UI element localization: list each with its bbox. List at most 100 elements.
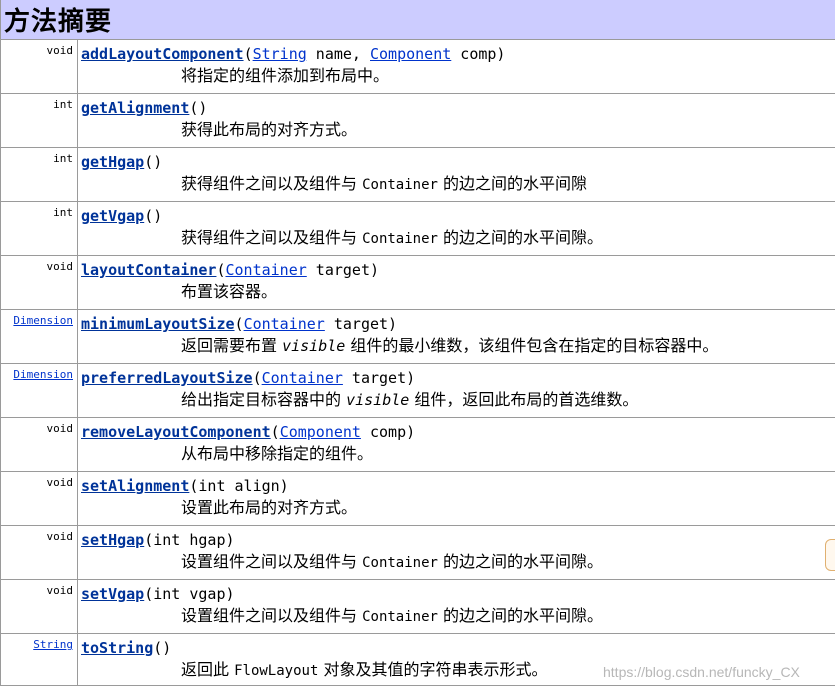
return-type-cell: void [1, 256, 78, 309]
description-text: 获得组件之间以及组件与 [181, 174, 363, 193]
method-name-link[interactable]: removeLayoutComponent [81, 423, 271, 441]
method-signature: setVgap(int vgap) [81, 585, 835, 604]
return-type: int [53, 206, 73, 219]
return-type: void [46, 260, 74, 273]
method-detail-cell: setAlignment(int align) 设置此布局的对齐方式。 [78, 472, 835, 525]
return-type-cell: Dimension [1, 310, 78, 363]
param-text: (int hgap) [144, 531, 235, 549]
method-row-setAlignment: void setAlignment(int align) 设置此布局的对齐方式。 [1, 472, 835, 526]
param-type-link[interactable]: Component [370, 45, 451, 63]
description-text: Container [362, 609, 438, 625]
method-description: 从布局中移除指定的组件。 [81, 442, 835, 465]
watermark: https://blog.csdn.net/funcky_CX [603, 664, 800, 680]
description-text: 获得此布局的对齐方式。 [181, 120, 358, 139]
param-text: ( [243, 45, 253, 63]
method-signature: getHgap() [81, 153, 835, 172]
param-type-link[interactable]: Container [262, 369, 343, 387]
param-text: (int vgap) [144, 585, 235, 603]
return-type-cell: void [1, 418, 78, 471]
method-signature: minimumLayoutSize(Container target) [81, 315, 835, 334]
return-type-cell: int [1, 202, 78, 255]
description-text: FlowLayout [234, 663, 319, 679]
method-row-getVgap: int getVgap() 获得组件之间以及组件与 Container 的边之间的水… [1, 202, 835, 256]
param-text: target) [342, 369, 416, 387]
method-detail-cell: addLayoutComponent(String name, Componen… [78, 40, 835, 93]
method-summary-title: 方法摘要 [4, 7, 113, 37]
method-row-getAlignment: int getAlignment() 获得此布局的对齐方式。 [1, 94, 835, 148]
method-description: 给出指定目标容器中的 visible 组件，返回此布局的首选维数。 [81, 388, 835, 412]
param-text: () [189, 99, 208, 117]
description-text: 对象及其值的字符串表示形式。 [318, 660, 548, 679]
method-description: 设置组件之间以及组件与 Container 的边之间的水平间隙。 [81, 604, 835, 629]
description-text: 的边之间的水平间隙。 [437, 228, 604, 247]
description-text: Container [362, 177, 438, 193]
return-type: int [53, 152, 73, 165]
return-type-cell: void [1, 472, 78, 525]
method-name-link[interactable]: setAlignment [81, 477, 189, 495]
method-name-link[interactable]: minimumLayoutSize [81, 315, 235, 333]
method-description: 获得此布局的对齐方式。 [81, 118, 835, 141]
method-name-link[interactable]: preferredLayoutSize [81, 369, 253, 387]
method-signature: getVgap() [81, 207, 835, 226]
param-text: target) [306, 261, 380, 279]
method-description: 返回需要布置 visible 组件的最小维数，该组件包含在指定的目标容器中。 [81, 334, 835, 358]
return-type-link[interactable]: Dimension [13, 314, 73, 327]
description-text: 的边之间的水平间隙。 [437, 552, 604, 571]
param-type-link[interactable]: String [253, 45, 307, 63]
description-text: Container [362, 555, 438, 571]
description-text: 组件，返回此布局的首选维数。 [409, 390, 639, 409]
method-signature: layoutContainer(Container target) [81, 261, 835, 280]
param-text: target) [324, 315, 398, 333]
method-detail-cell: getVgap() 获得组件之间以及组件与 Container 的边之间的水平间隙… [78, 202, 835, 255]
description-text: 设置组件之间以及组件与 [181, 552, 363, 571]
method-name-link[interactable]: toString [81, 639, 153, 657]
return-type-link[interactable]: Dimension [13, 368, 73, 381]
method-name-link[interactable]: getHgap [81, 153, 144, 171]
method-description: 设置组件之间以及组件与 Container 的边之间的水平间隙。 [81, 550, 835, 575]
method-row-setHgap: void setHgap(int hgap) 设置组件之间以及组件与 Contain… [1, 526, 835, 580]
param-text: () [144, 207, 163, 225]
method-name-link[interactable]: layoutContainer [81, 261, 216, 279]
description-text: 组件的最小维数，该组件包含在指定的目标容器中。 [345, 336, 719, 355]
method-row-layoutContainer: void layoutContainer(Container target) 布置该… [1, 256, 835, 310]
side-scroll-tab[interactable] [825, 539, 835, 571]
method-detail-cell: setVgap(int vgap) 设置组件之间以及组件与 Container 的… [78, 580, 835, 633]
method-detail-cell: getHgap() 获得组件之间以及组件与 Container 的边之间的水平间隙 [78, 148, 835, 201]
method-row-minimumLayoutSize: Dimension minimumLayoutSize(Container tar… [1, 310, 835, 364]
method-signature: setHgap(int hgap) [81, 531, 835, 550]
return-type: void [46, 44, 74, 57]
method-detail-cell: getAlignment() 获得此布局的对齐方式。 [78, 94, 835, 147]
return-type: void [46, 476, 74, 489]
return-type-cell: int [1, 94, 78, 147]
method-description: 设置此布局的对齐方式。 [81, 496, 835, 519]
param-type-link[interactable]: Container [226, 261, 307, 279]
param-text: ( [252, 369, 262, 387]
method-name-link[interactable]: setHgap [81, 531, 144, 549]
method-signature: toString() [81, 639, 835, 658]
param-text: (int align) [189, 477, 289, 495]
method-name-link[interactable]: setVgap [81, 585, 144, 603]
method-signature: setAlignment(int align) [81, 477, 835, 496]
return-type-cell: void [1, 580, 78, 633]
return-type-cell: Dimension [1, 364, 78, 417]
return-type: void [46, 584, 74, 597]
param-text: () [144, 153, 163, 171]
method-name-link[interactable]: addLayoutComponent [81, 45, 244, 63]
method-name-link[interactable]: getAlignment [81, 99, 189, 117]
method-description: 获得组件之间以及组件与 Container 的边之间的水平间隙。 [81, 226, 835, 251]
param-text: ( [234, 315, 244, 333]
method-row-getHgap: int getHgap() 获得组件之间以及组件与 Container 的边之间的水… [1, 148, 835, 202]
param-type-link[interactable]: Container [244, 315, 325, 333]
description-text: 将指定的组件添加到布局中。 [181, 66, 390, 85]
method-description: 布置该容器。 [81, 280, 835, 303]
method-detail-cell: minimumLayoutSize(Container target) 返回需要布… [78, 310, 835, 363]
description-text: 的边之间的水平间隙 [437, 174, 588, 193]
return-type-cell: int [1, 148, 78, 201]
description-text: 返回需要布置 [181, 336, 283, 355]
param-type-link[interactable]: Component [280, 423, 361, 441]
method-name-link[interactable]: getVgap [81, 207, 144, 225]
description-text: visible [346, 391, 410, 409]
return-type-cell: String [1, 634, 78, 685]
return-type-link[interactable]: String [33, 638, 73, 651]
description-text: Container [362, 231, 438, 247]
